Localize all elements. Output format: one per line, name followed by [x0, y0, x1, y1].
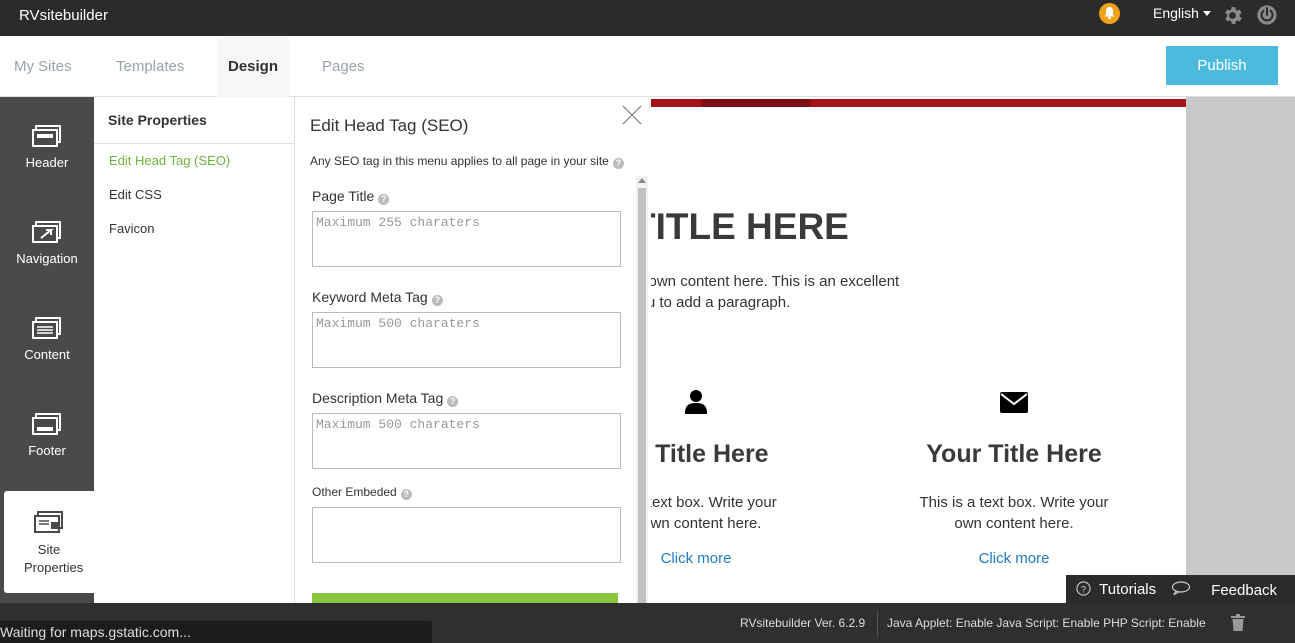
text-line: This is a text box. Write your	[919, 494, 1109, 511]
trash-icon[interactable]	[1230, 614, 1246, 632]
scripts-status: Java Applet: Enable Java Script: Enable …	[887, 616, 1206, 630]
page-title-label: Page Title?	[312, 188, 390, 205]
sidebar-item-navigation[interactable]: Navigation	[0, 221, 94, 266]
preview-title[interactable]: TITLE HERE	[651, 206, 849, 248]
scroll-up-icon[interactable]	[638, 178, 646, 183]
text-line: own content here.	[954, 515, 1074, 532]
browser-loading-status: Waiting for maps.gstatic.com...	[0, 621, 432, 643]
question-icon: ?	[1076, 581, 1091, 596]
column-title[interactable]: Your Title Here	[914, 440, 1114, 469]
page-title-input[interactable]	[312, 211, 621, 267]
other-embeded-label: Other Embeded?	[312, 485, 412, 500]
sidebar-item-label: Site Properties	[24, 542, 84, 575]
text-line: wn content here.	[651, 515, 762, 532]
publish-button[interactable]: Publish	[1166, 46, 1278, 85]
field-label: Other Embeded	[312, 485, 397, 499]
footer-icon	[32, 413, 61, 435]
menu-item-edit-css[interactable]: Edit CSS	[109, 187, 162, 202]
keyword-meta-label: Keyword Meta Tag?	[312, 289, 443, 306]
help-icon[interactable]: ?	[612, 158, 624, 169]
site-properties-menu: Site Properties Edit Head Tag (SEO) Edit…	[94, 97, 295, 603]
speech-bubble-icon	[1171, 581, 1191, 597]
version-text: RVsitebuilder Ver. 6.2.9	[740, 616, 866, 630]
feedback-label: Feedback	[1211, 582, 1278, 599]
header-strip	[651, 99, 1186, 107]
panel-title: Edit Head Tag (SEO)	[310, 116, 469, 135]
panel-scrollbar[interactable]	[636, 176, 648, 603]
feedback-button[interactable]: Feedback	[1171, 581, 1277, 599]
help-icon[interactable]: ?	[400, 489, 412, 500]
site-properties-icon	[34, 511, 63, 533]
tab-design[interactable]: Design	[217, 36, 290, 97]
svg-text:?: ?	[1081, 584, 1086, 594]
column-text[interactable]: This is a text box. Write your own conte…	[904, 492, 1124, 534]
sidebar-item-footer[interactable]: Footer	[0, 413, 94, 458]
field-label: Description Meta Tag	[312, 390, 444, 406]
paragraph-line: you to add a paragraph.	[651, 294, 791, 311]
description-meta-input[interactable]	[312, 413, 621, 469]
field-label: Page Title	[312, 188, 375, 204]
brand-name: RVsitebuilder	[19, 7, 108, 24]
scrollbar-thumb[interactable]	[638, 188, 646, 603]
hint-text: Any SEO tag in this menu applies to all …	[310, 154, 609, 168]
bell-icon[interactable]	[1099, 3, 1120, 24]
sidebar-item-content[interactable]: Content	[0, 317, 94, 362]
column-title[interactable]: r Title Here	[651, 440, 786, 469]
envelope-icon	[1000, 392, 1028, 413]
seo-hint: Any SEO tag in this menu applies to all …	[310, 154, 624, 169]
help-icon[interactable]: ?	[431, 295, 443, 306]
click-more-link[interactable]: Click more	[969, 550, 1059, 567]
tutorials-label: Tutorials	[1099, 581, 1157, 598]
sidebar-item-label: Navigation	[16, 251, 78, 266]
other-embeded-input[interactable]	[312, 507, 621, 563]
sidebar-item-label: Header	[25, 155, 69, 170]
help-bar: ? Tutorials Feedback	[1066, 575, 1295, 603]
seo-panel: Edit Head Tag (SEO) Any SEO tag in this …	[295, 97, 651, 603]
menu-title: Site Properties	[108, 112, 207, 128]
sidebar-item-site-properties[interactable]: Site Properties	[4, 491, 94, 593]
field-label: Keyword Meta Tag	[312, 289, 428, 305]
language-selector[interactable]: English	[1153, 5, 1211, 21]
description-meta-label: Description Meta Tag?	[312, 390, 459, 407]
status-bar: Waiting for maps.gstatic.com... RVsitebu…	[0, 603, 1295, 643]
divider	[877, 611, 878, 637]
divider	[94, 143, 294, 144]
page-preview[interactable]: TITLE HERE ur own content here. This is …	[651, 97, 1186, 603]
sidebar-item-header[interactable]: Header	[0, 125, 94, 170]
text-line: a text box. Write your	[651, 494, 777, 511]
navigation-icon	[32, 221, 61, 243]
main-nav: My Sites Templates Design Pages Publish	[0, 36, 1295, 97]
menu-item-edit-head-tag[interactable]: Edit Head Tag (SEO)	[109, 153, 230, 168]
click-more-link[interactable]: Click more	[651, 550, 741, 567]
power-icon[interactable]	[1256, 4, 1278, 29]
paragraph-line: ur own content here. This is an excellen…	[651, 273, 900, 290]
preview-paragraph[interactable]: ur own content here. This is an excellen…	[651, 271, 899, 313]
column-text[interactable]: a text box. Write your wn content here.	[651, 492, 791, 534]
user-icon	[685, 390, 707, 414]
close-icon[interactable]	[622, 105, 642, 128]
tab-templates[interactable]: Templates	[116, 36, 184, 97]
header-icon	[32, 125, 61, 147]
keyword-meta-input[interactable]	[312, 312, 621, 368]
tab-pages[interactable]: Pages	[322, 36, 365, 97]
tutorials-button[interactable]: ? Tutorials	[1076, 581, 1156, 598]
design-sidebar: Header Navigation Content Footer Site Pr…	[0, 97, 94, 603]
sidebar-item-label: Content	[24, 347, 70, 362]
gear-icon[interactable]	[1221, 4, 1244, 30]
header-strip-accent	[701, 99, 811, 107]
sidebar-item-label: Footer	[28, 443, 66, 458]
help-icon[interactable]: ?	[378, 194, 390, 205]
help-icon[interactable]: ?	[447, 396, 459, 407]
save-button[interactable]	[312, 593, 618, 603]
content-icon	[32, 317, 61, 339]
top-bar: RVsitebuilder English	[0, 0, 1295, 36]
chevron-down-icon	[1202, 11, 1211, 16]
tab-my-sites[interactable]: My Sites	[14, 36, 72, 97]
menu-item-favicon[interactable]: Favicon	[109, 221, 155, 236]
language-label: English	[1153, 5, 1199, 21]
